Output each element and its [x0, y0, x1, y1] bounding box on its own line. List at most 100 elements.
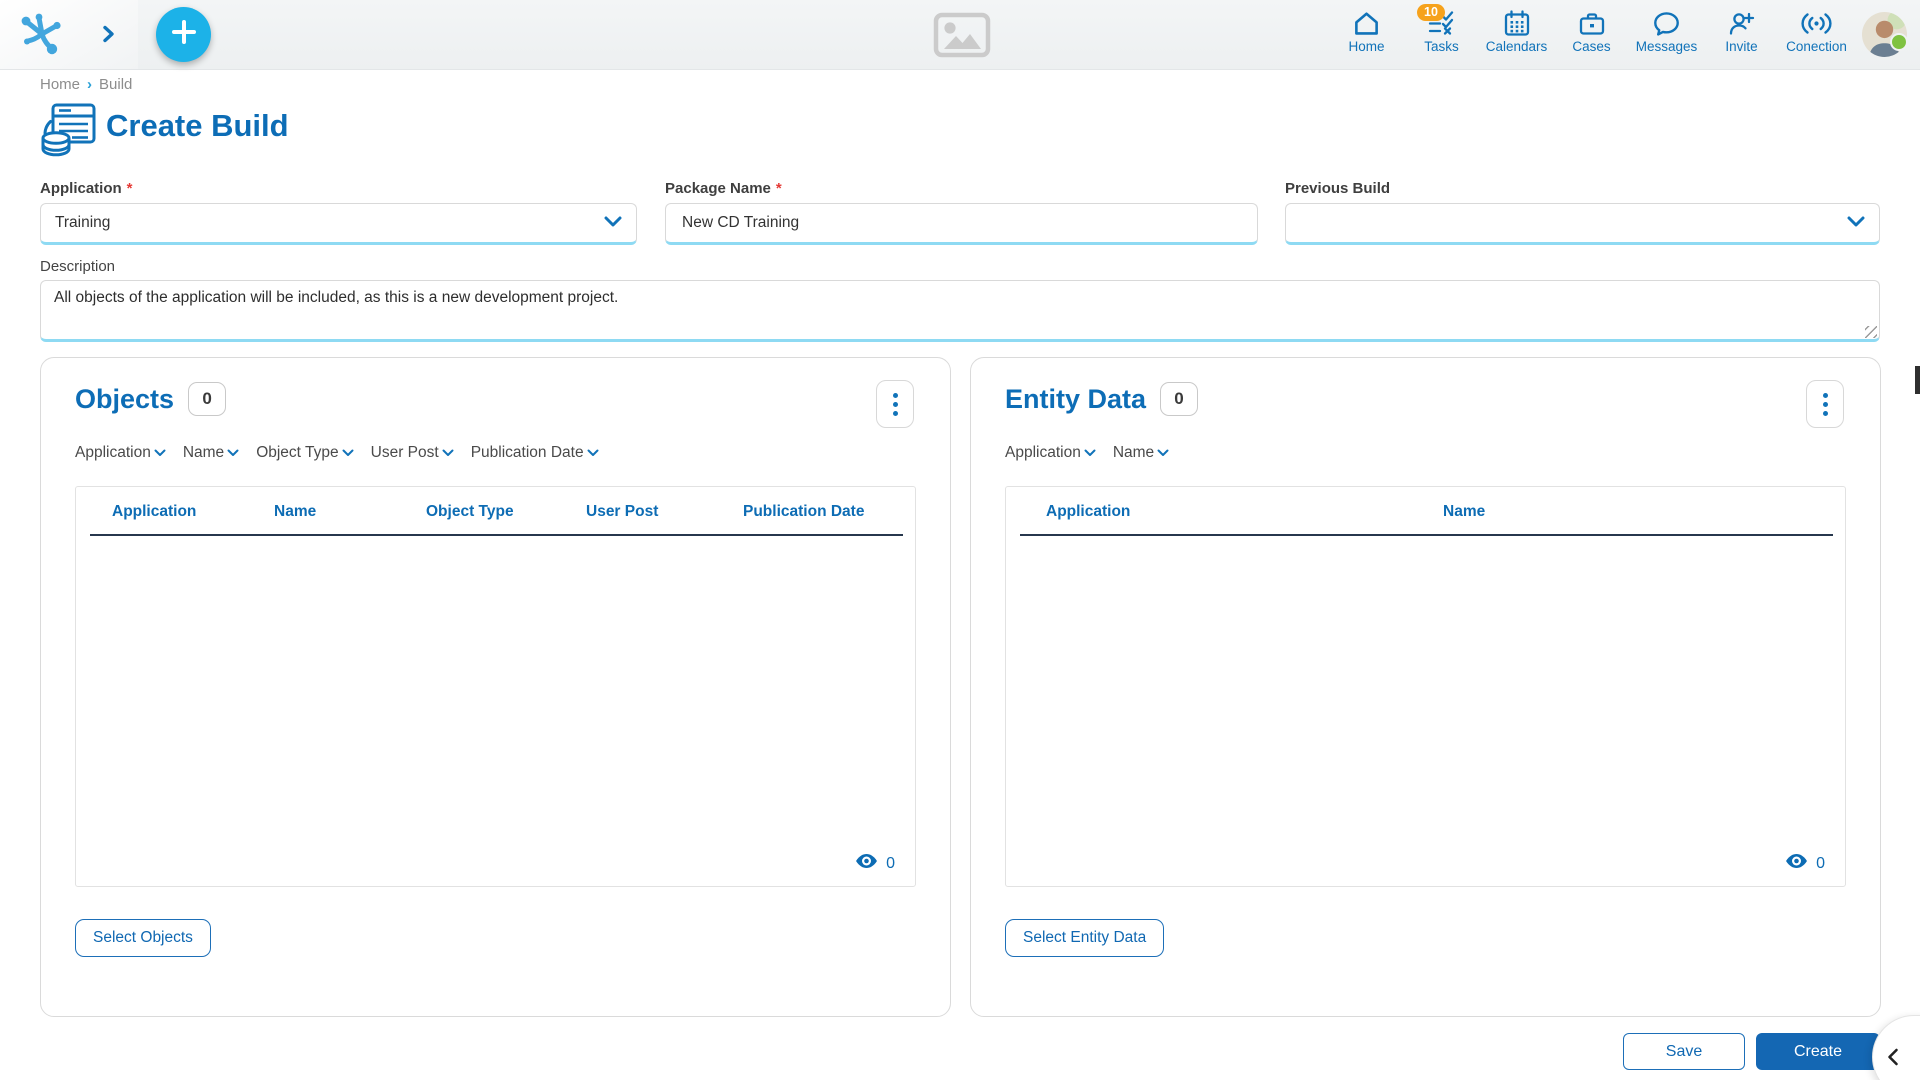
top-bar: Home 10 Tasks Calendars Cases Messages I… — [0, 0, 1920, 70]
nav-item-home[interactable]: Home — [1329, 0, 1404, 54]
column-header[interactable]: Name — [1443, 503, 1845, 521]
nav-item-calendars[interactable]: Calendars — [1479, 0, 1554, 54]
application-label: Application * — [40, 180, 133, 197]
chevron-right-icon — [102, 25, 115, 46]
filter-object-type[interactable]: Object Type — [256, 444, 354, 462]
nav-label: Tasks — [1424, 39, 1459, 54]
previous-build-label: Previous Build — [1285, 180, 1391, 197]
sidebar-expand-button[interactable] — [96, 23, 120, 47]
image-placeholder-icon — [933, 12, 991, 63]
entity-panel-title: Entity Data 0 — [1005, 382, 1199, 416]
home-icon — [1353, 9, 1380, 38]
objects-menu-button[interactable] — [876, 380, 914, 428]
entity-menu-button[interactable] — [1806, 380, 1844, 428]
page-title: Create Build — [106, 108, 289, 143]
signal-waves-icon — [1801, 9, 1832, 38]
calendar-icon — [1504, 9, 1530, 38]
filter-publication-date[interactable]: Publication Date — [471, 444, 599, 462]
chevron-down-icon — [154, 449, 166, 456]
chevron-down-icon — [1084, 449, 1096, 456]
nav-item-invite[interactable]: Invite — [1704, 0, 1779, 54]
chevron-left-icon — [1888, 1048, 1898, 1066]
objects-count-chip: 0 — [188, 382, 227, 416]
nav-label: Calendars — [1485, 39, 1548, 54]
nav-label: Cases — [1572, 39, 1611, 54]
chevron-down-icon — [587, 449, 599, 456]
description-label: Description — [40, 258, 116, 275]
column-header[interactable]: Object Type — [426, 503, 586, 521]
select-entity-data-button[interactable]: Select Entity Data — [1005, 919, 1165, 957]
app-logo-icon[interactable] — [18, 11, 64, 62]
nav-label: Messages — [1635, 39, 1698, 54]
kebab-icon — [1822, 392, 1828, 416]
chevron-down-icon — [227, 449, 239, 456]
package-name-label: Package Name * — [665, 180, 782, 197]
nav-label: Home — [1348, 39, 1385, 54]
objects-table: Application Name Object Type User Post P… — [75, 486, 916, 887]
nav-item-messages[interactable]: Messages — [1629, 0, 1704, 54]
description-textarea[interactable]: All objects of the application will be i… — [41, 281, 1879, 339]
kebab-icon — [892, 392, 898, 416]
visible-count-value: 0 — [1816, 854, 1825, 872]
package-name-input[interactable] — [680, 213, 1243, 233]
objects-table-header: Application Name Object Type User Post P… — [76, 487, 915, 521]
add-new-button[interactable] — [156, 7, 211, 62]
column-header[interactable]: User Post — [586, 503, 743, 521]
nav-item-cases[interactable]: Cases — [1554, 0, 1629, 54]
application-select-value: Training — [55, 214, 111, 231]
plus-icon — [171, 19, 197, 50]
breadcrumb: Home › Build — [40, 76, 132, 93]
filter-application[interactable]: Application — [1005, 444, 1096, 462]
header-divider — [90, 534, 903, 536]
user-avatar[interactable] — [1854, 0, 1914, 62]
eye-icon — [855, 853, 878, 874]
chevron-down-icon — [604, 214, 622, 232]
header-divider — [1020, 534, 1833, 536]
package-name-field-wrap — [665, 203, 1258, 245]
previous-build-select[interactable] — [1285, 203, 1880, 245]
column-header[interactable]: Name — [274, 503, 426, 521]
nav-label: Conection — [1786, 39, 1847, 54]
side-panel-collapse-tab[interactable] — [1872, 1015, 1920, 1080]
filter-user-post[interactable]: User Post — [371, 444, 454, 462]
create-button[interactable]: Create — [1756, 1033, 1880, 1070]
scrollbar-thumb[interactable] — [1915, 366, 1920, 394]
objects-filters: Application Name Object Type User Post P… — [75, 444, 599, 462]
breadcrumb-home[interactable]: Home — [40, 76, 80, 93]
resize-handle[interactable] — [1865, 326, 1877, 338]
objects-visible-count[interactable]: 0 — [855, 853, 895, 874]
entity-data-panel: Entity Data 0 Application Name Applicati… — [970, 357, 1881, 1017]
filter-application[interactable]: Application — [75, 444, 166, 462]
nav-item-tasks[interactable]: 10 Tasks — [1404, 0, 1479, 54]
description-field-wrap: All objects of the application will be i… — [40, 280, 1880, 342]
filter-name[interactable]: Name — [1113, 444, 1169, 462]
online-status-dot — [1890, 33, 1908, 51]
visible-count-value: 0 — [886, 854, 895, 872]
save-button[interactable]: Save — [1623, 1033, 1745, 1070]
application-select[interactable]: Training — [40, 203, 637, 245]
chevron-down-icon — [442, 449, 454, 456]
column-header[interactable]: Application — [1046, 503, 1443, 521]
nav-label: Invite — [1725, 39, 1758, 54]
nav-item-conection[interactable]: Conection — [1779, 0, 1854, 54]
breadcrumb-separator: › — [87, 76, 93, 93]
top-nav: Home 10 Tasks Calendars Cases Messages I… — [1329, 0, 1914, 69]
chevron-down-icon — [1157, 449, 1169, 456]
entity-filters: Application Name — [1005, 444, 1169, 462]
column-header[interactable]: Application — [112, 503, 274, 521]
message-bubble-icon — [1653, 9, 1680, 38]
breadcrumb-build[interactable]: Build — [99, 76, 132, 93]
person-plus-icon — [1728, 9, 1756, 38]
create-build-icon — [38, 101, 98, 164]
entity-count-chip: 0 — [1160, 382, 1199, 416]
chevron-down-icon — [1847, 214, 1865, 232]
entity-table: Application Name 0 — [1005, 486, 1846, 887]
filter-name[interactable]: Name — [183, 444, 239, 462]
briefcase-icon — [1579, 9, 1605, 38]
entity-visible-count[interactable]: 0 — [1785, 853, 1825, 874]
logo-container — [0, 0, 138, 69]
entity-table-header: Application Name — [1006, 487, 1845, 521]
required-asterisk: * — [775, 180, 782, 197]
column-header[interactable]: Publication Date — [743, 503, 915, 521]
select-objects-button[interactable]: Select Objects — [75, 919, 211, 957]
